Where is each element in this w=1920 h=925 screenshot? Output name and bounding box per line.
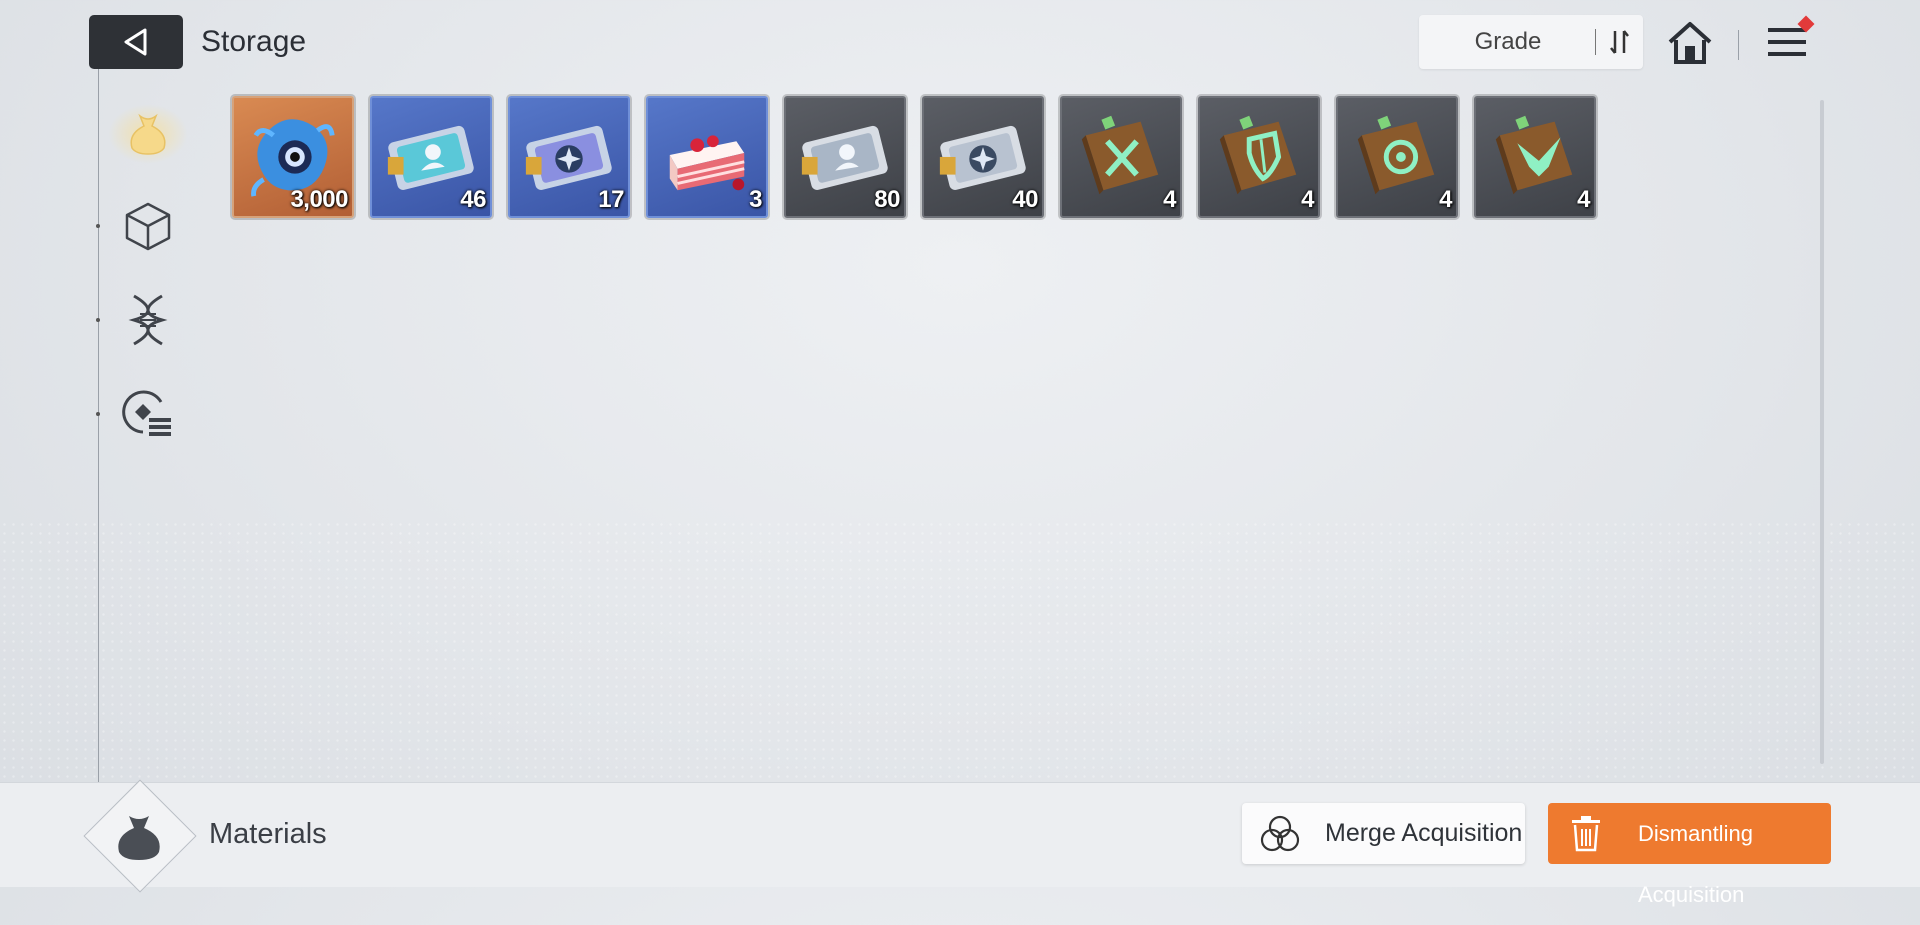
- page-title: Storage: [201, 25, 307, 58]
- item-slot[interactable]: 40: [922, 96, 1044, 218]
- sidebar-item-materials[interactable]: [120, 104, 176, 160]
- sort-label: Grade: [1474, 28, 1542, 55]
- sidebar-item-modules[interactable]: [120, 386, 176, 442]
- item-slot[interactable]: 4: [1060, 96, 1182, 218]
- sidebar-tick: [96, 224, 100, 228]
- cube-icon: [125, 202, 171, 251]
- money-bag-icon: [130, 113, 166, 155]
- cake-slice-icon: [669, 135, 745, 191]
- item-quantity: 3,000: [290, 186, 348, 213]
- shield-book-icon: [1219, 115, 1297, 195]
- home-icon[interactable]: [1666, 20, 1714, 66]
- item-slot[interactable]: 17: [508, 96, 630, 218]
- item-quantity: 4: [1439, 186, 1452, 213]
- trash-icon: [1572, 816, 1600, 852]
- item-slot[interactable]: 46: [370, 96, 492, 218]
- sidebar-tick: [96, 318, 100, 322]
- dismantling-acquisition-label: Dismantling Acquisition: [1638, 821, 1753, 907]
- scrollbar[interactable]: [1820, 100, 1824, 764]
- item-slot[interactable]: 3: [646, 96, 768, 218]
- sort-order-icon[interactable]: [1603, 25, 1637, 59]
- header-divider: [1738, 30, 1739, 60]
- item-quantity: 40: [1012, 186, 1038, 213]
- item-quantity: 3: [749, 186, 762, 213]
- item-quantity: 4: [1577, 186, 1590, 213]
- sidebar-item-equipment[interactable]: [120, 198, 176, 254]
- merge-acquisition-label: Merge Acquisition: [1325, 819, 1523, 847]
- sort-dropdown[interactable]: Grade: [1419, 15, 1643, 69]
- item-slot[interactable]: 4: [1198, 96, 1320, 218]
- sort-divider: [1595, 29, 1596, 55]
- dna-icon: [128, 294, 168, 346]
- back-triangle-icon: [124, 28, 147, 56]
- item-quantity: 4: [1163, 186, 1176, 213]
- item-slot[interactable]: 80: [784, 96, 906, 218]
- item-quantity: 4: [1301, 186, 1314, 213]
- back-button[interactable]: [89, 15, 183, 69]
- sidebar-divider: [98, 30, 99, 782]
- dismantling-acquisition-button[interactable]: Dismantling Acquisition: [1548, 803, 1831, 907]
- sidebar-item-genes[interactable]: [120, 292, 176, 348]
- item-slot[interactable]: 4: [1474, 96, 1596, 218]
- background-dots: [0, 520, 1920, 780]
- merge-acquisition-button[interactable]: Merge Acquisition: [1242, 803, 1525, 864]
- item-quantity: 80: [874, 186, 900, 213]
- swords-book-icon: [1081, 115, 1159, 195]
- category-label: Materials: [209, 818, 327, 850]
- item-quantity: 17: [598, 186, 624, 213]
- merge-circles-icon: [1260, 815, 1300, 852]
- item-slot[interactable]: 3,000: [232, 96, 354, 218]
- target-book-icon: [1357, 115, 1435, 195]
- money-bag-icon: [118, 816, 160, 860]
- sidebar-tick: [96, 412, 100, 416]
- wings-book-icon: [1495, 115, 1573, 195]
- item-slot[interactable]: 4: [1336, 96, 1458, 218]
- item-quantity: 46: [460, 186, 486, 213]
- target-list-icon: [122, 390, 171, 436]
